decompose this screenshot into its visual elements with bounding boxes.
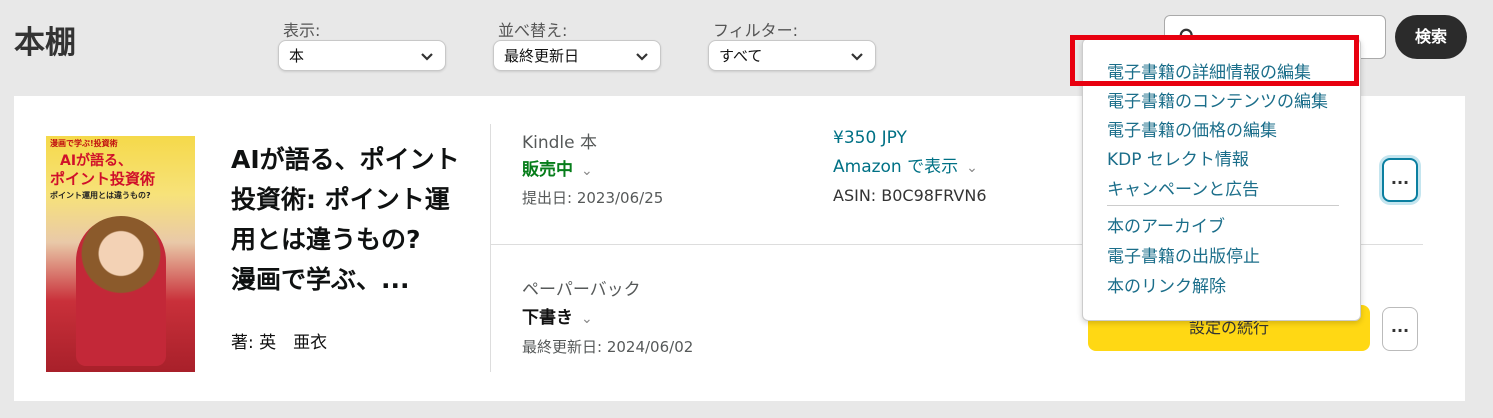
kindle-submitted-date: 提出日: 2023/06/25 <box>522 189 664 207</box>
column-divider <box>490 124 491 372</box>
chevron-down-icon: ⌄ <box>966 160 978 176</box>
menu-item-edit-pricing[interactable]: 電子書籍の価格の編集 <box>1107 116 1277 141</box>
filter-label: フィルター: <box>713 21 799 40</box>
menu-item-edit-content[interactable]: 電子書籍のコンテンツの編集 <box>1107 87 1328 112</box>
chevron-down-icon <box>421 53 433 61</box>
cover-illustration <box>76 216 166 366</box>
filter-select[interactable]: すべて <box>708 40 876 71</box>
chevron-down-icon <box>851 53 863 61</box>
display-label: 表示: <box>283 21 321 40</box>
kindle-status-text: 販売中 <box>522 160 573 180</box>
cover-text-title1: AIが語る、 <box>60 153 133 169</box>
book-cover-image[interactable]: 漫画で学ぶ!投資術 AIが語る、 ポイント投資術 ポイント運用とは違うもの? <box>46 136 195 372</box>
book-title[interactable]: AIが語る、ポイント投資術: ポイント運用とは違うもの? 漫画で学ぶ、... <box>231 140 461 300</box>
highlight-annotation <box>1070 35 1359 86</box>
sort-select-value: 最終更新日 <box>504 47 580 65</box>
sort-label: 並べ替え: <box>498 21 568 40</box>
filter-select-value: すべて <box>719 47 763 65</box>
sort-select[interactable]: 最終更新日 <box>493 40 661 71</box>
cover-text-title2: ポイント投資術 <box>50 170 156 188</box>
search-button[interactable]: 検索 <box>1395 15 1467 59</box>
paperback-updated-date: 最終更新日: 2024/06/02 <box>522 338 694 356</box>
cover-text-series: 漫画で学ぶ!投資術 <box>50 139 118 148</box>
chevron-down-icon <box>636 53 648 61</box>
kindle-status[interactable]: 販売中 ⌄ <box>522 155 593 180</box>
menu-separator <box>1107 205 1339 206</box>
chevron-down-icon: ⌄ <box>581 163 593 179</box>
paperback-format-label: ペーパーバック <box>522 280 641 300</box>
kindle-asin: ASIN: B0C98FRVN6 <box>833 186 987 205</box>
view-on-amazon-text: Amazon で表示 <box>833 157 959 177</box>
menu-item-unpublish[interactable]: 電子書籍の出版停止 <box>1107 242 1260 267</box>
menu-item-unlink[interactable]: 本のリンク解除 <box>1107 272 1226 297</box>
kindle-more-button[interactable]: ... <box>1382 158 1418 202</box>
paperback-more-button[interactable]: ... <box>1382 307 1418 351</box>
paperback-status-text: 下書き <box>522 308 573 328</box>
menu-item-kdp-select[interactable]: KDP セレクト情報 <box>1107 145 1249 170</box>
kindle-format-label: Kindle 本 <box>522 133 598 153</box>
paperback-status[interactable]: 下書き ⌄ <box>522 303 593 328</box>
kindle-price: ¥350 JPY <box>833 128 907 148</box>
cover-text-subtitle: ポイント運用とは違うもの? <box>50 191 151 200</box>
display-select-value: 本 <box>289 47 305 65</box>
chevron-down-icon: ⌄ <box>581 311 593 327</box>
page-title: 本棚 <box>14 25 76 61</box>
book-author: 著: 英 亜衣 <box>231 333 328 353</box>
display-select[interactable]: 本 <box>278 40 446 71</box>
menu-item-archive[interactable]: 本のアーカイブ <box>1107 212 1225 237</box>
menu-item-promotions[interactable]: キャンペーンと広告 <box>1107 175 1259 200</box>
view-on-amazon-link[interactable]: Amazon で表示 ⌄ <box>833 152 978 177</box>
